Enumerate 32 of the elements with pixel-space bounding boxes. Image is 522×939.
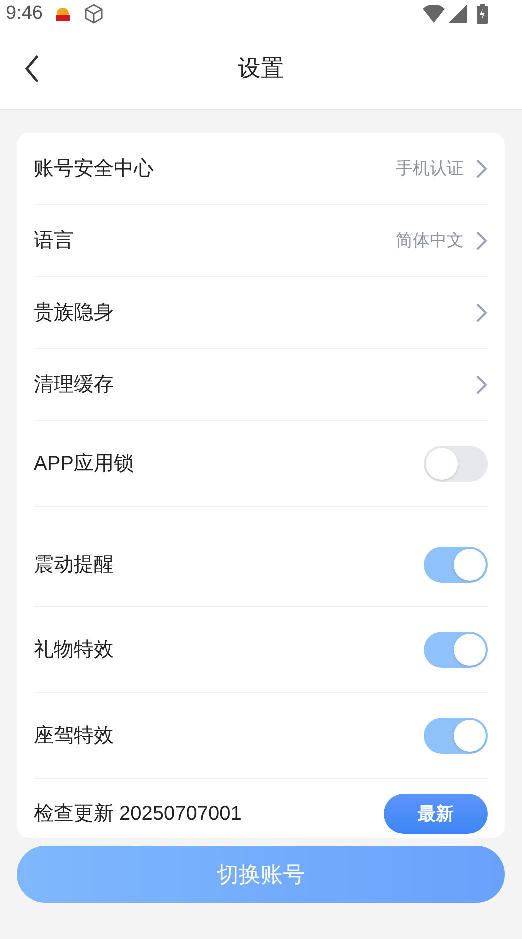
setting-label: APP应用锁: [34, 452, 134, 476]
setting-label: 语言: [34, 228, 74, 254]
chevron-right-icon: [476, 158, 488, 178]
chevron-right-icon: [476, 302, 488, 322]
setting-value: 简体中文: [396, 230, 464, 252]
chevron-right-icon: [476, 374, 488, 394]
latest-version-button[interactable]: 最新: [384, 794, 488, 834]
toggle-switch[interactable]: [424, 718, 488, 754]
setting-label: 礼物特效: [34, 638, 114, 662]
battery-icon: [477, 4, 488, 24]
setting-label: 清理缓存: [34, 372, 114, 398]
setting-label: 座驾特效: [34, 724, 114, 748]
chevron-right-icon: [476, 230, 488, 250]
sun-logo-icon: [54, 6, 71, 22]
setting-label: 账号安全中心: [34, 156, 154, 182]
toggle-switch[interactable]: [424, 446, 488, 482]
setting-link[interactable]: [476, 302, 488, 322]
status-time: 9:46: [6, 2, 43, 26]
setting-link[interactable]: 简体中文: [396, 228, 488, 254]
wifi-icon: [423, 5, 445, 23]
setting-value: 手机认证: [396, 158, 464, 180]
setting-label: 震动提醒: [34, 552, 114, 578]
setting-label: 贵族隐身: [34, 300, 114, 326]
toggle-switch[interactable]: [424, 632, 488, 668]
switch-account-button[interactable]: 切换账号: [17, 846, 505, 903]
toggle-switch[interactable]: [424, 546, 488, 582]
signal-icon: [449, 5, 467, 23]
cube-icon: [82, 3, 105, 25]
setting-link[interactable]: [476, 374, 488, 394]
page-title: 设置: [238, 54, 284, 84]
setting-label: 检查更新 20250707001: [34, 802, 242, 827]
setting-link[interactable]: 手机认证: [396, 156, 488, 182]
